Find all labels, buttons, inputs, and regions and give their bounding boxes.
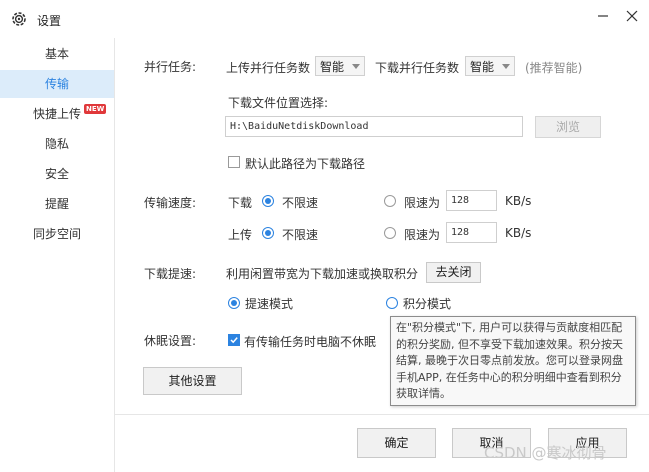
boost-close-button[interactable]: 去关闭 [426, 262, 481, 283]
download-limit-radio[interactable] [384, 195, 396, 207]
download-limit-label: 限速为 [404, 196, 441, 210]
download-unlimited-label: 不限速 [282, 196, 319, 210]
boost-points-mode-label: 积分模式 [403, 297, 452, 311]
boost-section-label: 下载提速: [144, 267, 197, 281]
upload-parallel-label: 上传并行任务数 [226, 61, 311, 75]
sidebar: 基本 传输 快捷上传 NEW 隐私 安全 提醒 同步空间 [0, 38, 115, 472]
upload-parallel-select[interactable]: 智能 [315, 56, 365, 76]
boost-points-mode-radio[interactable] [386, 297, 398, 309]
sidebar-item-security[interactable]: 安全 [0, 160, 114, 188]
download-unlimited-radio[interactable] [262, 195, 274, 207]
browse-button[interactable]: 浏览 [535, 116, 601, 138]
other-settings-button[interactable]: 其他设置 [143, 367, 242, 395]
sidebar-item-quick-upload[interactable]: 快捷上传 NEW [0, 100, 114, 128]
parallel-hint: (推荐智能) [525, 61, 583, 75]
download-path-input[interactable]: H:\BaiduNetdiskDownload [225, 116, 523, 137]
chevron-down-icon [502, 64, 510, 69]
upload-limit-label: 限速为 [404, 228, 441, 242]
title-bar: 设置 [0, 0, 649, 38]
gear-icon [10, 10, 28, 28]
upload-speed-label: 上传 [228, 228, 253, 242]
download-limit-input[interactable]: 128 [446, 190, 497, 211]
boost-speed-mode-radio[interactable] [228, 297, 240, 309]
boost-description: 利用闲置带宽为下载加速或换取积分 [226, 267, 419, 281]
window-title: 设置 [37, 14, 62, 28]
default-path-label: 默认此路径为下载路径 [245, 157, 366, 171]
default-path-checkbox[interactable] [228, 156, 240, 168]
speed-section-label: 传输速度: [144, 196, 197, 210]
sleep-section-label: 休眠设置: [144, 334, 197, 348]
download-parallel-select[interactable]: 智能 [465, 56, 515, 76]
upload-unlimited-radio[interactable] [262, 227, 274, 239]
download-unit-label: KB/s [505, 194, 532, 208]
sidebar-item-transfer[interactable]: 传输 [0, 70, 114, 98]
download-speed-label: 下载 [228, 196, 253, 210]
boost-speed-mode-label: 提速模式 [245, 297, 294, 311]
no-sleep-label: 有传输任务时电脑不休眠 [244, 335, 377, 349]
minimize-button[interactable] [593, 6, 613, 26]
sidebar-item-privacy[interactable]: 隐私 [0, 130, 114, 158]
upload-limit-radio[interactable] [384, 227, 396, 239]
sidebar-item-basic[interactable]: 基本 [0, 40, 114, 68]
download-parallel-label: 下载并行任务数 [375, 61, 460, 75]
parallel-section-label: 并行任务: [144, 60, 197, 74]
new-badge: NEW [84, 104, 107, 114]
sidebar-item-reminder[interactable]: 提醒 [0, 190, 114, 218]
points-mode-tooltip: 在"积分模式"下, 用户可以获得与贡献度相匹配的积分奖励, 但不享受下载加速效果… [390, 316, 636, 406]
chevron-down-icon [352, 64, 360, 69]
no-sleep-checkbox[interactable] [228, 334, 240, 346]
close-icon [626, 10, 638, 22]
check-icon [230, 337, 238, 344]
close-button[interactable] [622, 6, 642, 26]
sidebar-item-sync-space[interactable]: 同步空间 [0, 220, 114, 248]
ok-button[interactable]: 确定 [357, 428, 436, 458]
footer-divider [114, 414, 649, 415]
download-location-label: 下载文件位置选择: [228, 96, 329, 110]
upload-unit-label: KB/s [505, 226, 532, 240]
upload-unlimited-label: 不限速 [282, 228, 319, 242]
upload-limit-input[interactable]: 128 [446, 222, 497, 243]
watermark: CSDN @寒冰彻骨 [484, 444, 607, 462]
